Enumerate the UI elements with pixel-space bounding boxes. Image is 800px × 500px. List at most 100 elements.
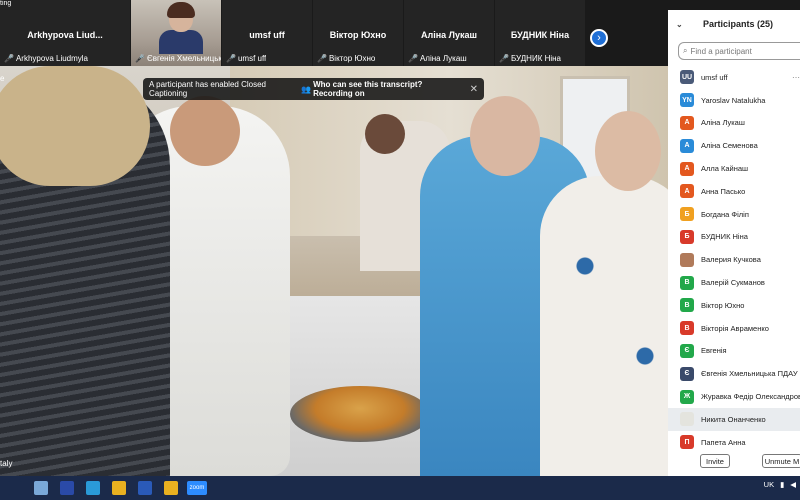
participant-avatar: Є [680, 366, 694, 381]
participant-avatar: А [680, 184, 694, 199]
gallery-strip: Arkhypova Liud... 🎤 Arkhypova Liudmyla 🎤 Є… [0, 0, 668, 66]
participant-avatar: А [680, 138, 694, 153]
participant-row[interactable]: Ж Журавка Федір Олександрови [668, 385, 800, 408]
gallery-tile[interactable]: Віктор Юхно 🎤 Віктор Юхно [313, 0, 403, 66]
window-title: ting [0, 0, 20, 10]
participant-avatar [680, 412, 694, 427]
mic-muted-icon: 🎤 [317, 54, 327, 63]
participant-name: Евгенія [701, 346, 727, 356]
participant-row[interactable]: UU umsf uff ⋯ [668, 66, 800, 89]
file-icon[interactable] [30, 478, 52, 498]
participant-name: Богдана Філіп [701, 209, 749, 219]
gallery-tile[interactable]: БУДНИК Ніна 🎤 БУДНИК Ніна [495, 0, 585, 66]
gallery-tile-video[interactable]: 🎤 Євгенія Хмельницьк... [131, 0, 221, 66]
participants-list: UU umsf uff ⋯ YN Yaroslav Natalukha А Аліна Лу… [668, 66, 800, 454]
participant-name: Аліна Семенова [701, 141, 758, 151]
left-edge-text: e [0, 74, 5, 83]
chrome-icon[interactable] [108, 478, 130, 498]
gallery-next-button[interactable]: › [590, 29, 608, 47]
participant-row[interactable]: П Папета Анна [668, 431, 800, 454]
participant-row[interactable]: В Вікторія Авраменко [668, 317, 800, 340]
participant-name: Папета Анна [701, 437, 746, 447]
participant-row[interactable]: Никита Онанченко [668, 407, 800, 431]
participant-avatar: В [680, 298, 694, 313]
people-icon: 👥 [301, 84, 312, 94]
participant-name: Журавка Федір Олександрови [701, 392, 800, 402]
panel-title: Participants (25) [702, 19, 774, 29]
more-options-icon[interactable]: ⋯ [792, 73, 800, 82]
chevron-right-icon: › [597, 32, 601, 44]
participant-name: Никита Онанченко [701, 414, 766, 424]
tile-name-label: 🎤 БУДНИК Ніна [499, 54, 562, 63]
tile-big-name: umsf uff [249, 30, 285, 40]
zoom-icon[interactable]: zoom [186, 478, 208, 498]
tile-big-name: Arkhypova Liud... [27, 30, 103, 40]
participant-row[interactable]: В Валерій Сукманов [668, 271, 800, 294]
tile-name-label: 🎤 umsf uff [226, 54, 267, 63]
participant-avatar: В [680, 275, 694, 290]
cc-who-can-see-link[interactable]: 👥 Who can see this transcript? Recording … [301, 80, 464, 98]
tile-name-label: 🎤 Віктор Юхно [317, 54, 376, 63]
mic-muted-icon: 🎤 [226, 54, 236, 63]
system-tray: UK ▮ ◀ [764, 480, 796, 489]
tile-name-label: 🎤 Аліна Лукаш [408, 54, 467, 63]
participant-name: БУДНИК Ніна [701, 232, 748, 242]
participant-avatar: YN [680, 93, 694, 108]
volume-icon[interactable]: ◀ [790, 480, 796, 489]
participant-video [159, 30, 203, 54]
participant-row[interactable]: А Аліна Лукаш [668, 112, 800, 135]
mic-muted-icon: 🎤 [135, 54, 145, 63]
participant-name: Алла Кайнаш [701, 164, 749, 174]
participant-avatar: Б [680, 229, 694, 244]
closed-caption-banner: A participant has enabled Closed Caption… [143, 78, 484, 100]
participant-avatar: А [680, 161, 694, 176]
zoom-meeting-window: Arkhypova Liud... 🎤 Arkhypova Liudmyla 🎤 Є… [0, 0, 800, 500]
start-icon[interactable] [4, 478, 26, 498]
tile-name-label: 🎤 Arkhypova Liudmyla [4, 54, 89, 63]
participant-name: Євгенія Хмельницька ПДАУ [701, 369, 798, 379]
participant-name: Валерия Кучкова [701, 255, 761, 265]
panel-header: ⌄ Participants (25) [668, 10, 800, 38]
close-icon[interactable]: ✕ [470, 84, 478, 95]
participant-row[interactable]: Є Євгенія Хмельницька ПДАУ [668, 362, 800, 385]
participants-panel: ⌄ Participants (25) ⌕ Find a participant… [668, 10, 800, 476]
gallery-tile[interactable]: umsf uff 🎤 umsf uff [222, 0, 312, 66]
participant-row[interactable]: Б БУДНИК Ніна [668, 226, 800, 249]
participant-name: Вікторія Авраменко [701, 323, 769, 333]
edge-icon[interactable] [82, 478, 104, 498]
mute-all-button[interactable]: Unmute M [762, 454, 800, 468]
participant-row[interactable]: А Анна Пасько [668, 180, 800, 203]
tile-big-name: БУДНИК Ніна [510, 30, 570, 40]
gallery-tile[interactable]: Аліна Лукаш 🎤 Аліна Лукаш [404, 0, 494, 66]
chrome-icon[interactable] [160, 478, 182, 498]
mic-muted-icon: 🎤 [4, 54, 14, 63]
tile-name-label: 🎤 Євгенія Хмельницьк... [135, 54, 221, 63]
participant-avatar: В [680, 321, 694, 336]
participant-row[interactable]: Валерия Кучкова [668, 248, 800, 271]
windows-taskbar: zoom UK ▮ ◀ [0, 476, 800, 500]
active-speaker-video[interactable] [0, 66, 668, 476]
mic-muted-icon: 🎤 [499, 54, 509, 63]
participant-avatar: Ж [680, 389, 694, 404]
participant-row[interactable]: А Алла Кайнаш [668, 157, 800, 180]
invite-button[interactable]: Invite [700, 454, 730, 468]
participant-name: Анна Пасько [701, 186, 746, 196]
language-indicator[interactable]: UK [764, 480, 774, 489]
participant-avatar: А [680, 115, 694, 130]
participant-row[interactable]: Є Евгенія [668, 340, 800, 363]
participant-avatar: П [680, 435, 694, 450]
participant-row[interactable]: YN Yaroslav Natalukha [668, 89, 800, 112]
participant-name: umsf uff [701, 72, 728, 82]
cc-message: A participant has enabled Closed Caption… [149, 80, 266, 98]
save-icon[interactable] [56, 478, 78, 498]
search-input[interactable]: ⌕ Find a participant [678, 42, 800, 60]
participant-name: Валерій Сукманов [701, 278, 765, 288]
participant-row[interactable]: Б Богдана Філіп [668, 203, 800, 226]
network-icon[interactable]: ▮ [780, 480, 784, 489]
chevron-down-icon[interactable]: ⌄ [676, 20, 683, 29]
tile-big-name: Аліна Лукаш [421, 30, 477, 40]
word-icon[interactable] [134, 478, 156, 498]
frying-pan [290, 386, 430, 442]
participant-row[interactable]: В Віктор Юхно [668, 294, 800, 317]
participant-row[interactable]: А Аліна Семенова [668, 134, 800, 157]
